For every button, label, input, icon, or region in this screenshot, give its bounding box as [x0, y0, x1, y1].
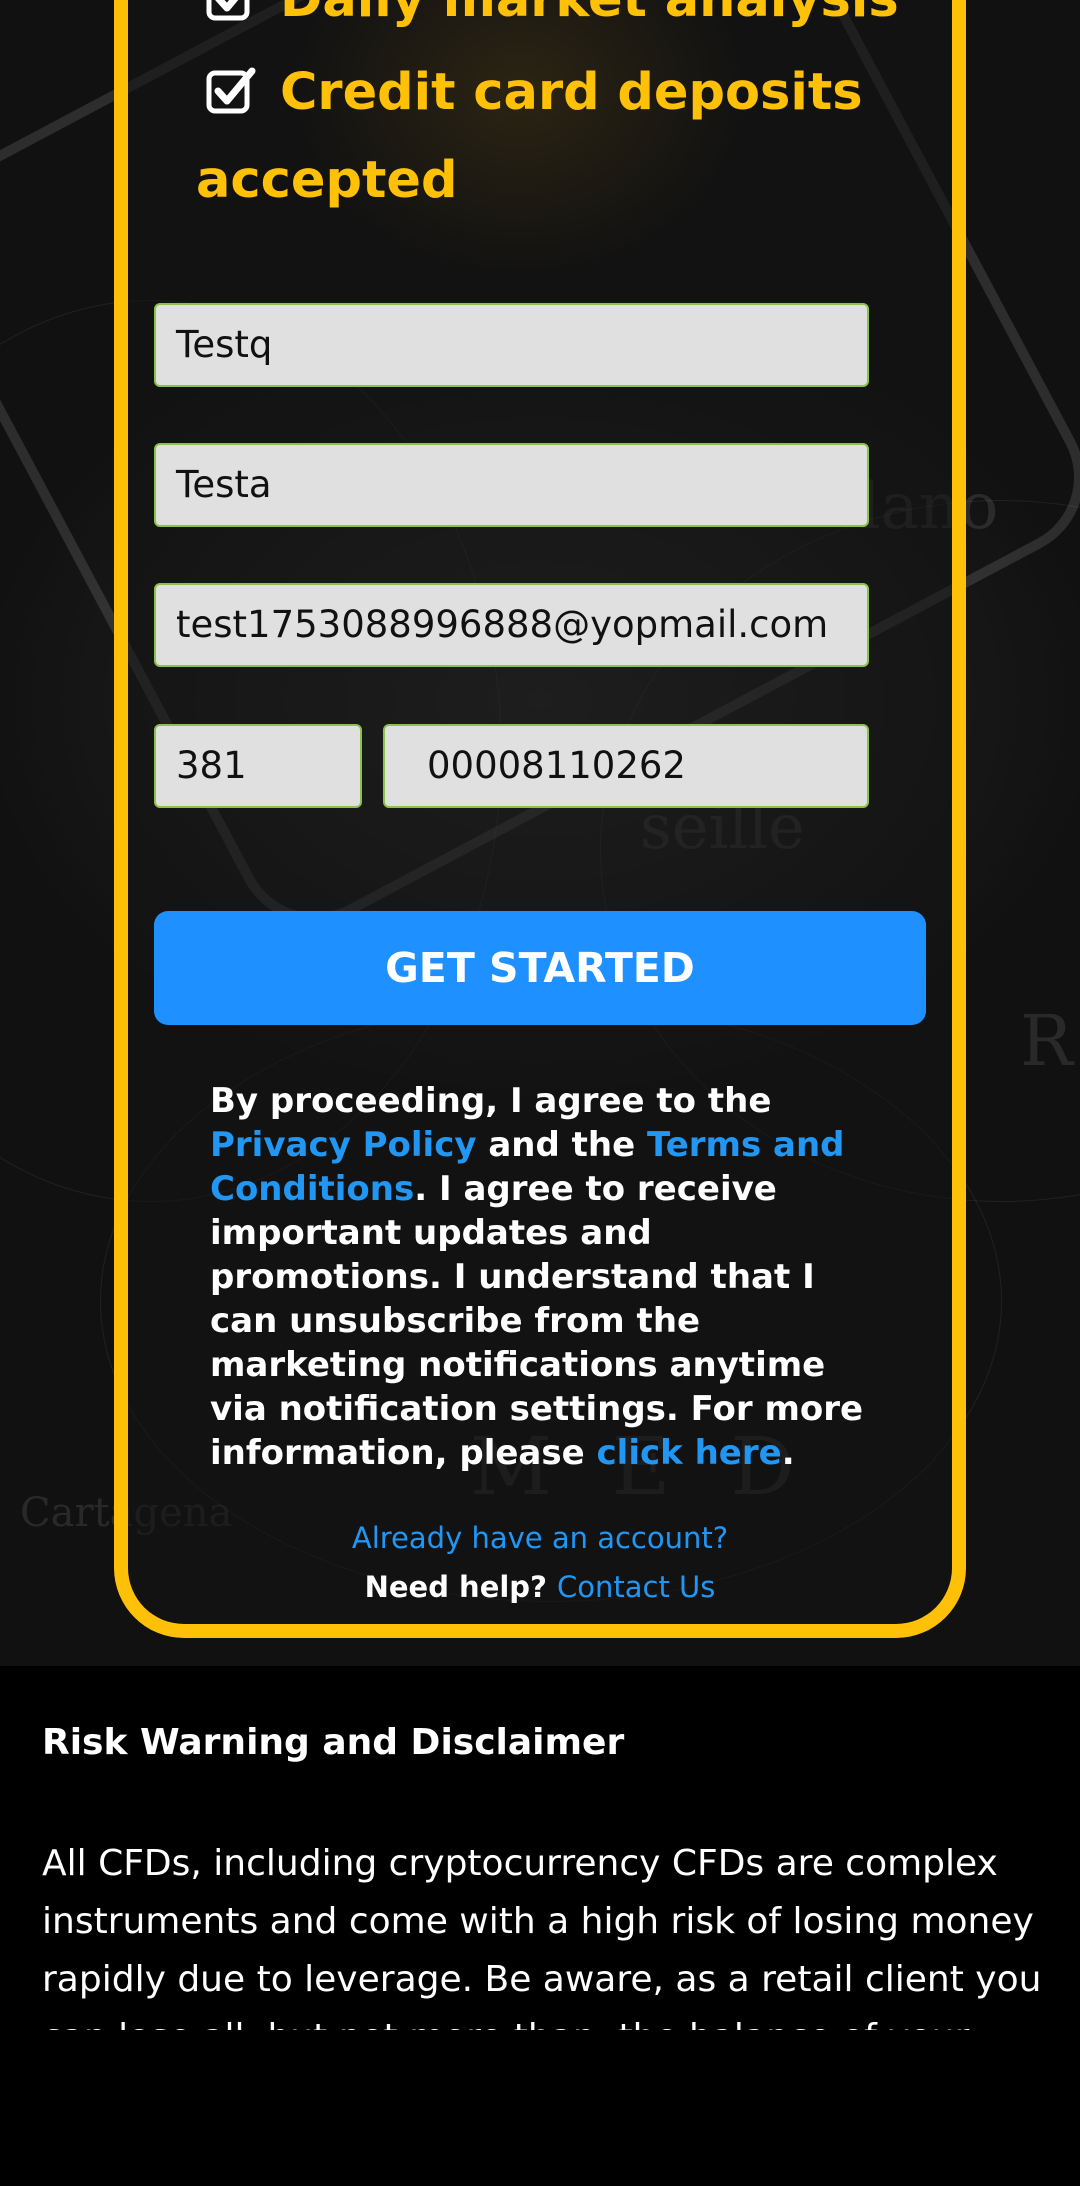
login-link[interactable]: Already have an account? [352, 1521, 728, 1555]
help-row: Need help? Contact Us [114, 1570, 966, 1604]
feature-label: Credit card deposits accepted [196, 63, 863, 210]
phone-number-input[interactable]: 00008110262 [383, 724, 869, 808]
consent-text-part: . [781, 1433, 795, 1473]
consent-text: By proceeding, I agree to the Privacy Po… [210, 1079, 890, 1475]
phone-prefix-input[interactable]: 381 [154, 724, 362, 808]
feature-label: Daily market analysis [280, 0, 899, 29]
consent-text-part: By proceeding, I agree to the [210, 1081, 772, 1121]
feature-item: Credit card deposits accepted [196, 49, 916, 225]
feature-item: Daily market analysis [196, 0, 916, 44]
consent-text-part: . I agree to receive important updates a… [210, 1169, 864, 1473]
privacy-policy-link[interactable]: Privacy Policy [210, 1125, 477, 1165]
checkbox-icon [206, 0, 250, 21]
map-label: R [1020, 1000, 1073, 1082]
login-row: Already have an account? [114, 1521, 966, 1555]
first-name-input[interactable]: Testq [154, 303, 869, 387]
email-input[interactable]: test1753088996888@yopmail.com [154, 583, 869, 667]
get-started-button[interactable]: GET STARTED [154, 911, 926, 1025]
checkbox-icon [206, 67, 256, 114]
consent-text-part: and the [476, 1125, 648, 1165]
last-name-input[interactable]: Testa [154, 443, 869, 527]
risk-warning-body: All CFDs, including cryptocurrency CFDs … [42, 1843, 1042, 2030]
contact-us-link[interactable]: Contact Us [557, 1570, 715, 1604]
click-here-link[interactable]: click here [597, 1433, 782, 1473]
risk-warning-title: Risk Warning and Disclaimer [42, 1722, 625, 1763]
help-text: Need help? [364, 1570, 547, 1604]
